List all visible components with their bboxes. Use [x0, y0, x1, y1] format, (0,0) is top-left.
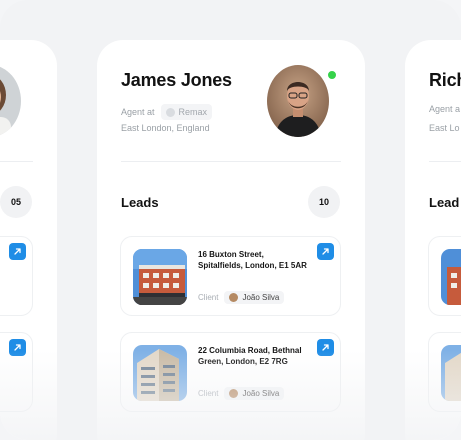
client-name: João Silva [242, 293, 280, 302]
property-thumbnail [133, 249, 187, 305]
agency-name: Remax [178, 107, 208, 117]
property-thumbnail [133, 345, 187, 401]
lead-address: 16 Buxton Street, Spitalfields, London, … [198, 250, 307, 270]
leads-count-badge: 05 [0, 186, 32, 218]
arrow-up-right-icon [322, 344, 329, 351]
lead-card[interactable] [428, 236, 461, 316]
open-lead-button[interactable] [9, 339, 26, 356]
lead-card[interactable] [428, 332, 461, 412]
agent-card-previous[interactable]: 05 [0, 40, 57, 440]
arrow-up-right-icon [14, 248, 21, 255]
lead-card[interactable] [0, 236, 33, 316]
open-lead-button[interactable] [9, 243, 26, 260]
agent-location: East London, England [121, 123, 210, 133]
client-label: Client [198, 293, 219, 302]
leads-count-badge: 10 [308, 186, 340, 218]
lead-client-row: Client João Silva [198, 291, 285, 304]
agent-location: East Lo [429, 123, 460, 133]
divider [429, 161, 461, 162]
client-avatar [229, 293, 239, 302]
property-thumbnail [441, 345, 461, 401]
agent-avatar [0, 65, 21, 137]
arrow-up-right-icon [14, 344, 21, 351]
client-badge[interactable]: João Silva [224, 387, 285, 400]
lead-address: 22 Columbia Road, Bethnal Green, London,… [198, 346, 302, 366]
leads-heading: Leads [121, 195, 159, 210]
online-status-indicator [326, 69, 338, 81]
lead-client-row: Client João Silva [198, 387, 285, 400]
agency-logo-icon [165, 107, 175, 117]
open-lead-button[interactable] [317, 243, 334, 260]
client-label: Client [198, 389, 219, 398]
client-name: João Silva [242, 389, 280, 398]
property-thumbnail [441, 249, 461, 305]
divider [0, 161, 33, 162]
client-badge[interactable]: João Silva [224, 291, 285, 304]
agent-prefix: Agent at [121, 107, 155, 117]
lead-card[interactable]: 22 Columbia Road, Bethnal Green, London,… [120, 332, 341, 412]
agent-card-james-jones[interactable]: James Jones Agent at Remax East London, … [97, 40, 365, 440]
agent-avatar [267, 65, 329, 137]
leads-heading: Lead [429, 195, 460, 210]
agent-card-next[interactable]: Rich Agent a East Lo Lead [405, 40, 461, 440]
agent-agency-row: Agent a [429, 104, 460, 114]
client-avatar [229, 389, 239, 398]
lead-card[interactable] [0, 332, 33, 412]
agent-name: Rich [429, 70, 461, 90]
agency-badge: Remax [160, 104, 213, 120]
agent-prefix: Agent a [429, 104, 461, 114]
agent-name: James Jones [121, 70, 232, 90]
arrow-up-right-icon [322, 248, 329, 255]
agents-carousel: 05 James Jones Agent at Remax East Londo… [0, 0, 461, 440]
agent-agency-row: Agent at Remax [121, 104, 213, 120]
lead-card[interactable]: 16 Buxton Street, Spitalfields, London, … [120, 236, 341, 316]
divider [121, 161, 341, 162]
open-lead-button[interactable] [317, 339, 334, 356]
